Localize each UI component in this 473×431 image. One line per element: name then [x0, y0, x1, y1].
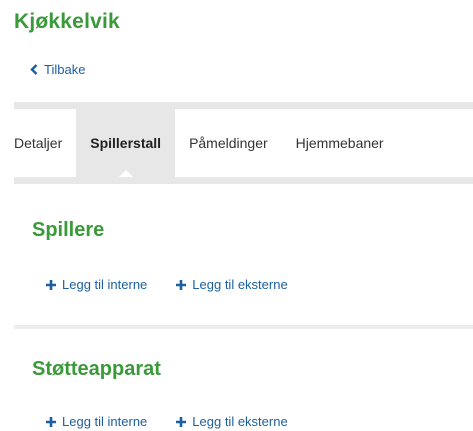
add-external-label: Legg til eksterne: [192, 277, 288, 292]
tab-label: Detaljer: [14, 135, 63, 151]
tab-spillerstall[interactable]: Spillerstall: [76, 109, 176, 178]
section-divider: [14, 325, 473, 329]
add-internal-label: Legg til interne: [62, 414, 148, 429]
add-internal-staff-button[interactable]: Legg til interne: [45, 414, 147, 429]
tab-bar-bottom-border: [14, 177, 473, 184]
page-title: Kjøkkelvik: [14, 10, 120, 33]
section-title-players: Spillere: [32, 219, 105, 241]
back-label: Tilbake: [44, 62, 86, 77]
plus-icon: [45, 279, 57, 291]
add-external-label: Legg til eksterne: [192, 414, 288, 429]
tab-label: Hjemmebaner: [295, 135, 384, 151]
plus-icon: [175, 416, 187, 428]
players-actions: Legg til interne Legg til eksterne: [45, 277, 288, 292]
plus-icon: [45, 416, 57, 428]
add-external-player-button[interactable]: Legg til eksterne: [175, 277, 288, 292]
tab-bar: Detaljer Spillerstall Påmeldinger Hjemme…: [14, 109, 473, 178]
tab-hjemmebaner[interactable]: Hjemmebaner: [282, 109, 398, 177]
add-internal-label: Legg til interne: [62, 277, 148, 292]
back-link[interactable]: Tilbake: [30, 62, 85, 77]
add-external-staff-button[interactable]: Legg til eksterne: [175, 414, 288, 429]
tab-pameldinger[interactable]: Påmeldinger: [175, 109, 282, 177]
staff-actions: Legg til interne Legg til eksterne: [45, 414, 288, 429]
section-title-staff: Støtteapparat: [32, 358, 161, 380]
add-internal-player-button[interactable]: Legg til interne: [45, 277, 147, 292]
tab-label: Påmeldinger: [189, 135, 268, 151]
tab-bar-top-border: [14, 102, 473, 109]
plus-icon: [175, 279, 187, 291]
chevron-left-icon: [30, 64, 38, 75]
tab-detaljer[interactable]: Detaljer: [14, 109, 76, 177]
tab-label: Spillerstall: [90, 135, 162, 151]
